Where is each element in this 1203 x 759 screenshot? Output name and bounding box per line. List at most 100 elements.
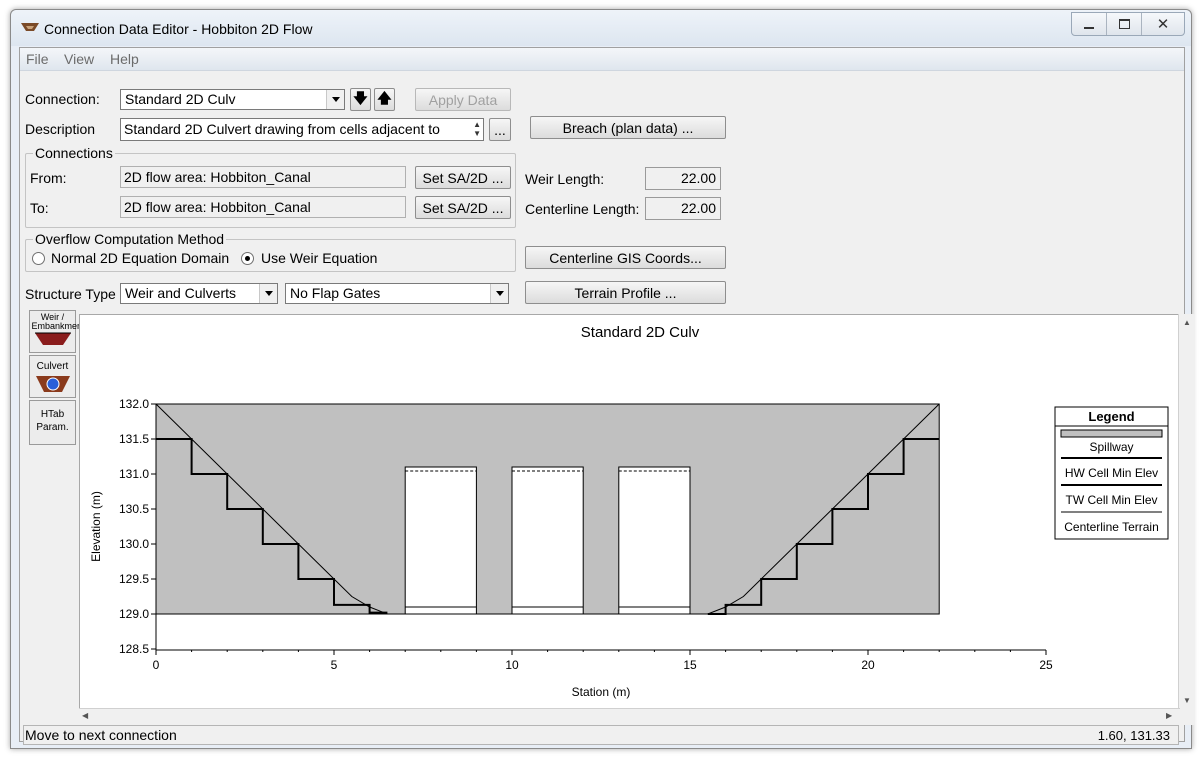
close-button[interactable]: ✕ [1142, 13, 1184, 35]
x-tick-label-3: 15 [683, 658, 697, 672]
legend-spillway-swatch [1060, 429, 1163, 438]
menu-file[interactable]: File [26, 51, 49, 67]
scroll-right-icon[interactable]: ▶ [1166, 711, 1172, 720]
horizontal-scrollbar[interactable]: ◀ ▶ [79, 708, 1180, 726]
structure-type-label: Structure Type [25, 286, 116, 302]
app-icon [21, 23, 39, 31]
flap-gates-value: No Flap Gates [290, 285, 381, 301]
flap-gates-select[interactable]: No Flap Gates [285, 283, 509, 304]
tab-weir-embankment[interactable]: Weir / Embankment [29, 310, 85, 353]
chevron-down-icon[interactable] [326, 90, 344, 109]
arrow-down-icon: 🡇 [353, 89, 368, 106]
client-area: File View Help Connection: Standard 2D C… [19, 47, 1195, 745]
from-field: 2D flow area: Hobbiton_Canal [120, 166, 406, 188]
x-tick-label-4: 20 [861, 658, 875, 672]
culvert-icon [35, 376, 70, 392]
close-icon: ✕ [1156, 16, 1170, 33]
next-connection-button[interactable]: 🡇 [350, 88, 371, 111]
connection-data-editor-window: Connection Data Editor - Hobbiton 2D Flo… [10, 9, 1195, 749]
weir-length-label: Weir Length: [525, 171, 605, 187]
scroll-left-icon[interactable]: ◀ [82, 711, 88, 720]
tab-culvert[interactable]: Culvert [29, 355, 76, 398]
description-more-button[interactable]: ... [489, 118, 511, 141]
breach-button[interactable]: Breach (plan data) ... [530, 116, 726, 139]
weir-equation-label[interactable]: Use Weir Equation [261, 250, 377, 266]
maximize-button[interactable] [1107, 13, 1142, 35]
description-spinner[interactable]: ▲ ▼ [473, 120, 481, 138]
structure-type-value: Weir and Culverts [125, 285, 237, 301]
normal-2d-label[interactable]: Normal 2D Equation Domain [51, 250, 229, 266]
to-field: 2D flow area: Hobbiton_Canal [120, 196, 406, 218]
tab-htab-label: HTab [40, 409, 65, 420]
status-message: Move to next connection [25, 727, 177, 743]
window-controls: ✕ [1071, 12, 1185, 36]
x-axis-label: Station (m) [572, 685, 631, 699]
set-from-button[interactable]: Set SA/2D ... [415, 166, 511, 189]
x-tick-label-2: 10 [505, 658, 519, 672]
x-tick-label-1: 5 [331, 658, 338, 672]
plot-area[interactable]: Standard 2D Culv 0 5 10 15 20 25 128.5 129.0 129.… [79, 314, 1180, 709]
scroll-down-icon[interactable]: ▼ [1183, 696, 1191, 705]
vertical-scrollbar[interactable]: ▲ ▼ [1178, 314, 1195, 725]
x-tick-label-0: 0 [153, 658, 160, 672]
terrain-profile-button[interactable]: Terrain Profile ... [525, 281, 726, 304]
centerline-length-label: Centerline Length: [525, 201, 640, 217]
weir-length-value: 22.00 [645, 167, 721, 190]
y-tick-label-6: 131.5 [119, 432, 149, 446]
chart-title: Standard 2D Culv [581, 324, 700, 341]
previous-connection-button[interactable]: 🡅 [374, 88, 395, 111]
legend-entry-0: Spillway [1089, 440, 1133, 454]
normal-2d-radio[interactable] [32, 252, 45, 265]
connections-group-title: Connections [33, 145, 115, 161]
tab-htab-param[interactable]: HTab Param. [29, 400, 76, 445]
weir-equation-radio[interactable] [241, 252, 254, 265]
culvert-opening-3 [618, 466, 691, 615]
y-tick-label-2: 129.5 [119, 572, 149, 586]
title-bar[interactable]: Connection Data Editor - Hobbiton 2D Flo… [11, 10, 1191, 46]
y-axis-label: Elevation (m) [89, 491, 103, 562]
y-tick-label-3: 130.0 [119, 537, 149, 551]
weir-embankment-icon [34, 332, 71, 345]
y-tick-label-4: 130.5 [119, 502, 149, 516]
y-tick-label-5: 131.0 [119, 467, 149, 481]
set-to-button[interactable]: Set SA/2D ... [415, 196, 511, 219]
scroll-up-icon[interactable]: ▲ [1183, 318, 1191, 327]
menu-bar: File View Help [20, 48, 1184, 71]
menu-help[interactable]: Help [110, 51, 139, 67]
tab-weir-label: Weir / Embankment [31, 312, 85, 331]
minimize-button[interactable] [1072, 13, 1107, 35]
connection-value: Standard 2D Culv [125, 91, 236, 107]
legend-entry-1: HW Cell Min Elev [1065, 466, 1158, 480]
from-label: From: [30, 170, 67, 186]
structure-type-select[interactable]: Weir and Culverts [120, 283, 278, 304]
centerline-length-value: 22.00 [645, 197, 721, 220]
window-title: Connection Data Editor - Hobbiton 2D Flo… [44, 21, 313, 37]
y-tick-label-1: 129.0 [119, 607, 149, 621]
to-label: To: [30, 200, 49, 216]
minimize-icon [1084, 27, 1094, 29]
cursor-coordinates: 1.60, 131.33 [1097, 728, 1170, 743]
overflow-group-title: Overflow Computation Method [33, 231, 227, 247]
status-bar: Move to next connection 1.60, 131.33 [23, 725, 1179, 745]
legend-entry-2: TW Cell Min Elev [1065, 493, 1157, 507]
description-label: Description [25, 121, 96, 137]
tab-param-label: Param. [36, 422, 69, 433]
y-tick-label-7: 132.0 [119, 397, 149, 411]
menu-view[interactable]: View [64, 51, 94, 67]
chevron-down-icon[interactable] [490, 284, 508, 303]
culvert-opening-2 [511, 466, 584, 615]
culvert-opening-1 [404, 466, 477, 615]
profile-chart[interactable]: Standard 2D Culv 0 5 10 15 20 25 128.5 129.0 129.… [80, 315, 1179, 708]
x-tick-label-5: 25 [1039, 658, 1053, 672]
tab-culvert-label: Culvert [36, 361, 69, 372]
description-field[interactable]: Standard 2D Culvert drawing from cells a… [120, 118, 484, 141]
apply-data-button[interactable]: Apply Data [415, 88, 511, 111]
connection-select[interactable]: Standard 2D Culv [120, 89, 345, 110]
legend-entry-3: Centerline Terrain [1064, 520, 1159, 534]
arrow-up-icon: 🡅 [377, 89, 392, 106]
chevron-down-icon[interactable] [259, 284, 277, 303]
description-value: Standard 2D Culvert drawing from cells a… [124, 121, 440, 137]
legend-title: Legend [1088, 409, 1134, 424]
y-tick-label-0: 128.5 [119, 642, 149, 656]
centerline-gis-button[interactable]: Centerline GIS Coords... [525, 246, 726, 269]
